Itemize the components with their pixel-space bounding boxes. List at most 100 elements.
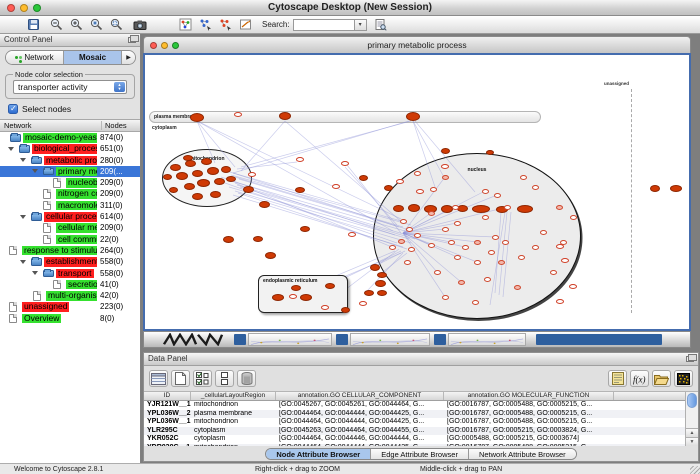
network-node[interactable] (223, 236, 234, 243)
network-node[interactable] (243, 186, 254, 193)
tree-row[interactable]: establishment of lo558(0) (0, 256, 140, 267)
attribute-matrix-button[interactable] (674, 370, 693, 387)
network-node[interactable] (359, 175, 368, 181)
network-node[interactable] (474, 260, 481, 265)
network-node[interactable] (300, 226, 310, 232)
scrollbar-thumb[interactable] (687, 393, 697, 408)
select-nodes-checkbox[interactable] (8, 104, 18, 114)
network-node[interactable] (170, 164, 181, 171)
table-scrollbar[interactable]: ▲ ▼ (685, 392, 698, 446)
attribute-notes-button[interactable] (608, 370, 627, 387)
unselect-attributes-button[interactable] (215, 370, 234, 387)
network-node[interactable] (364, 290, 374, 296)
network-node[interactable] (234, 112, 242, 117)
network-node[interactable] (295, 187, 305, 193)
network-node[interactable] (192, 170, 203, 177)
network-node[interactable] (289, 294, 297, 299)
network-node[interactable] (561, 258, 569, 263)
network-node[interactable] (560, 240, 567, 245)
tree-row[interactable]: response to stimulu264(0) (0, 245, 140, 256)
network-node[interactable] (396, 179, 404, 184)
expand-arrow-icon[interactable] (8, 147, 14, 151)
network-window-titlebar[interactable]: primary metabolic process (143, 36, 691, 53)
network-node[interactable] (428, 243, 435, 248)
network-node[interactable] (650, 185, 660, 192)
network-node[interactable] (253, 236, 263, 242)
network-node[interactable] (454, 221, 461, 226)
film-strip-thumb[interactable] (448, 333, 526, 346)
tab-network-attribute-browser[interactable]: Network Attribute Browser (469, 449, 576, 459)
table-row[interactable]: YKR052Ccytoplasm[GO:0044464, GO:0044446,… (144, 435, 698, 444)
network-node[interactable] (300, 294, 312, 301)
network-node[interactable] (430, 187, 437, 192)
network-node[interactable] (416, 189, 424, 194)
network-node[interactable] (670, 185, 682, 192)
network-node[interactable] (184, 183, 195, 190)
network-node[interactable] (279, 112, 291, 120)
network-node[interactable] (214, 178, 225, 185)
network-node[interactable] (520, 175, 527, 180)
close-button[interactable] (7, 4, 15, 12)
network-node[interactable] (540, 230, 547, 235)
network-node[interactable] (556, 205, 563, 210)
network-node[interactable] (348, 232, 356, 237)
network-node[interactable] (291, 285, 301, 291)
resize-grip[interactable] (690, 466, 700, 474)
network-node[interactable] (518, 255, 525, 260)
function-builder-button[interactable]: f(x) (630, 370, 649, 387)
attribute-table-button[interactable] (149, 370, 168, 387)
network-node[interactable] (296, 157, 304, 162)
network-node[interactable] (190, 113, 204, 122)
network-node[interactable] (248, 172, 256, 177)
network-node[interactable] (389, 245, 396, 250)
network-node[interactable] (448, 240, 455, 245)
network-node[interactable] (384, 185, 393, 191)
network-node[interactable] (408, 204, 420, 212)
minimize-button[interactable] (20, 4, 28, 12)
network-node[interactable] (494, 193, 501, 198)
network-node[interactable] (462, 245, 469, 250)
film-strip-scribble[interactable] (162, 333, 228, 346)
snapshot-button[interactable] (132, 17, 147, 32)
tab-mosaic[interactable]: Mosaic (64, 51, 122, 64)
network-node[interactable] (321, 305, 329, 310)
network-node[interactable] (341, 307, 350, 313)
network-node[interactable] (201, 158, 212, 165)
network-node[interactable] (163, 174, 172, 180)
network-node[interactable] (197, 179, 210, 187)
network-node[interactable] (532, 245, 539, 250)
network-node[interactable] (341, 161, 349, 166)
network-node[interactable] (393, 205, 404, 212)
scroll-up-button[interactable]: ▲ (686, 428, 698, 437)
network-node[interactable] (484, 277, 491, 282)
table-row[interactable]: YPL036W__2plasma membrane[GO:0044464, GO… (144, 410, 698, 419)
tree-row[interactable]: Overview8(0) (0, 313, 140, 324)
network-node[interactable] (492, 235, 499, 240)
film-strip-thumb[interactable] (350, 333, 430, 346)
network-node[interactable] (514, 285, 521, 290)
network-node[interactable] (183, 155, 193, 161)
expand-arrow-icon[interactable] (32, 169, 38, 173)
network-node[interactable] (498, 260, 505, 265)
network-node[interactable] (359, 301, 367, 306)
nodes-column-header[interactable]: Nodes (102, 121, 140, 130)
network-node[interactable] (472, 300, 479, 305)
expand-arrow-icon[interactable] (20, 260, 26, 264)
tree-row[interactable]: cell communicat22(0) (0, 234, 140, 245)
search-input[interactable] (293, 19, 355, 31)
column-header[interactable]: ID (144, 392, 191, 400)
network-node[interactable] (176, 172, 188, 180)
tree-row[interactable]: unassigned223(0) (0, 301, 140, 312)
tree-row[interactable]: primary metabo209(... (0, 166, 140, 177)
network-node[interactable] (482, 189, 489, 194)
table-row[interactable]: YJR121W__1mitochondrion[GO:0045267, GO:0… (144, 401, 698, 410)
import-attributes-button[interactable] (652, 370, 671, 387)
tree-row[interactable]: nitrogen compo209(0) (0, 188, 140, 199)
network-node[interactable] (406, 227, 413, 232)
expand-arrow-icon[interactable] (20, 158, 26, 162)
network-node[interactable] (210, 191, 221, 198)
tree-row[interactable]: macromolecule311(0) (0, 200, 140, 211)
tab-network[interactable]: Network (6, 51, 64, 64)
network-node[interactable] (414, 233, 421, 238)
duplicate-network-blue-button[interactable] (198, 17, 213, 32)
